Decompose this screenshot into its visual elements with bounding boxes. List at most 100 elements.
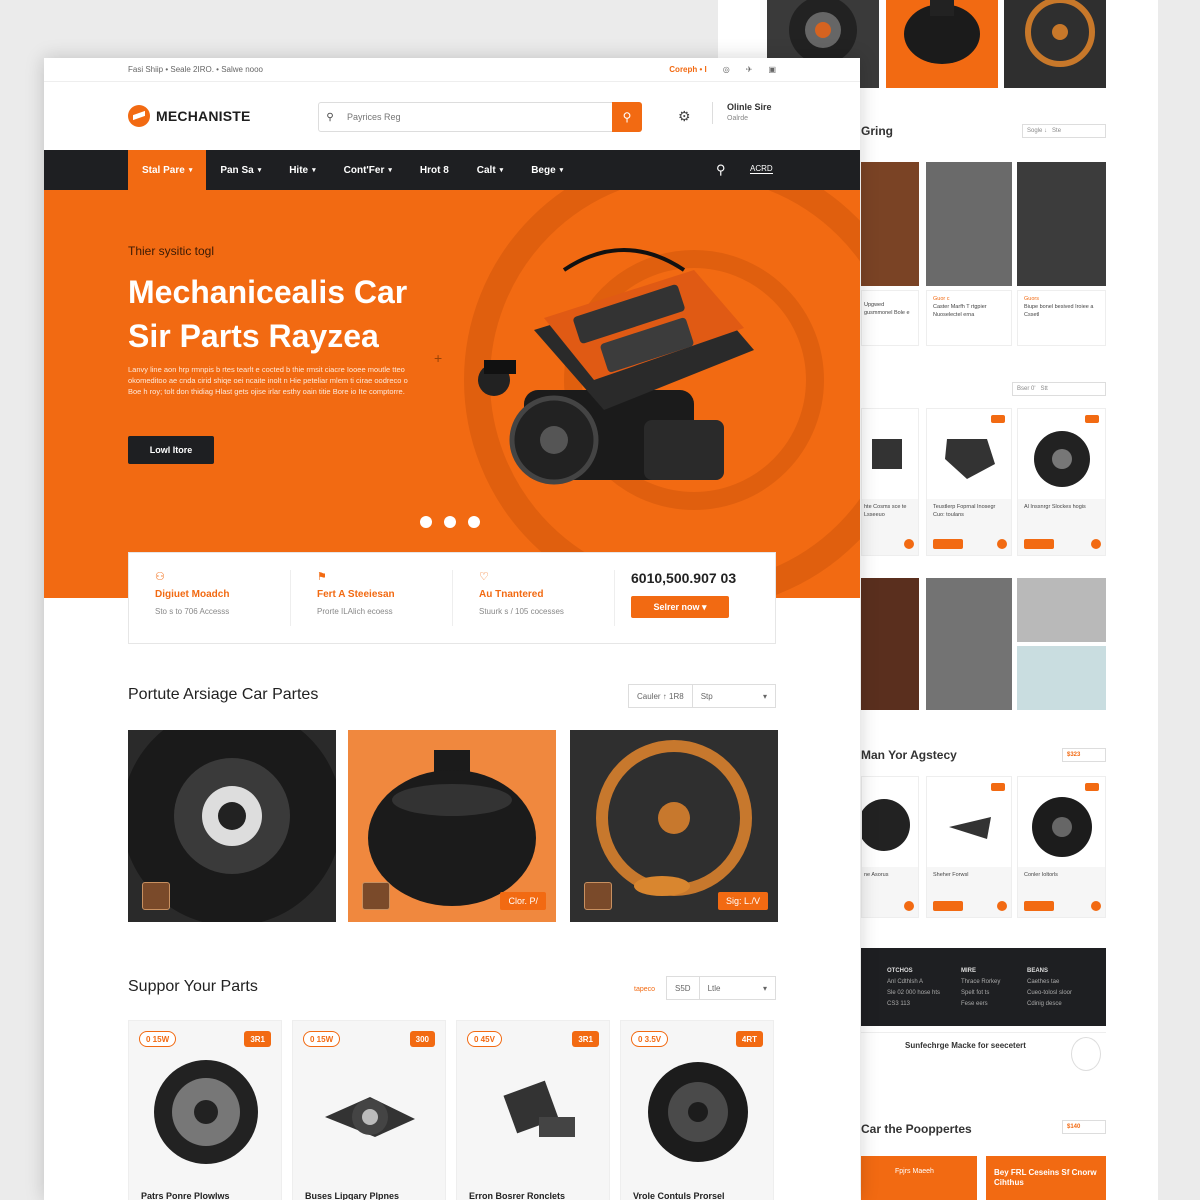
slide-dot-2[interactable]	[444, 516, 456, 528]
product-card-c1[interactable]: ne Asorus	[858, 776, 919, 918]
chevron-down-icon: ▾	[388, 167, 392, 174]
hero-paragraph: Lanvy line aon hrp rmnpis b rtes tearlt …	[128, 365, 408, 396]
hero-banner: Thier sysitic togl Mechanicealis Car Sir …	[44, 190, 860, 598]
caption-card-1[interactable]: Upgwed gusmmonel Bole e	[861, 290, 919, 346]
chevron-down-icon: ▾	[702, 601, 707, 612]
photo-shock	[926, 578, 1012, 710]
select-now-button[interactable]: Selrer now ▾	[631, 596, 729, 618]
chevron-down-icon: ▾	[312, 167, 316, 174]
photo-mechanic-1	[861, 162, 919, 286]
feature-sub: Sto s to 706 Accesss	[155, 607, 230, 616]
section-title-a: Gring	[861, 124, 893, 138]
promo-tile-b[interactable]: Bey FRL Ceseins Sf Cnorw Cihthus	[986, 1156, 1106, 1200]
chevron-down-icon: ▾	[762, 691, 767, 701]
settings-gear-icon[interactable]: ⚙	[678, 108, 691, 125]
photo-part	[1017, 646, 1106, 710]
brand-name: MECHANISTE	[156, 108, 251, 124]
feature-1[interactable]: ⚇ Digiuet Moadch Sto s to 706 Accesss	[129, 570, 291, 626]
nav-item-3[interactable]: Cont'Fer ▾	[330, 150, 406, 190]
feature-sub: Prorte ILAlich ecoess	[317, 607, 393, 616]
slide-dot-3[interactable]	[468, 516, 480, 528]
product-card-b3[interactable]: Al Inssnrgr Slockes hogis	[1017, 408, 1106, 556]
hero-kicker: Thier sysitic togl	[128, 244, 215, 258]
category-tile-pulley[interactable]: Clor. P/	[348, 730, 556, 922]
product-card-c2[interactable]: Sheher Forwsl	[926, 776, 1012, 918]
twitter-icon[interactable]: ✈	[746, 65, 753, 74]
feature-sub: Stuurk s / 105 cocesses	[479, 607, 564, 616]
caption-card-2[interactable]: Guor c Caster Marfh T rtgpier Nuoselectel…	[926, 290, 1012, 346]
stat-block: 6010,500.907 03 Selrer now ▾	[615, 570, 775, 626]
facebook-icon[interactable]: ▣	[768, 65, 776, 74]
product-name: Buses Lipqary Plpnes	[305, 1191, 400, 1200]
product-name: Patrs Ponre Plowlws	[141, 1191, 230, 1200]
brand-logo[interactable]: MECHANISTE	[128, 105, 251, 127]
feature-title: Au Tnantered	[479, 589, 544, 600]
section-title-arsiage: Portute Arsiage Car Partes	[128, 686, 319, 703]
stat-value: 6010,500.907 03	[631, 570, 737, 586]
chevron-down-icon: ▾	[559, 167, 564, 174]
product-badge: 3R1	[572, 1031, 599, 1047]
search-input[interactable]	[341, 112, 612, 122]
sort-select-a[interactable]: Sogle ↓ Ste	[1022, 124, 1106, 138]
price-chip-a[interactable]: $323	[1062, 748, 1106, 762]
nav-item-1[interactable]: Pan Sa ▾	[206, 150, 275, 190]
tile-badge-icon	[362, 882, 390, 910]
sort-select-b[interactable]: Bser 0' Stt	[1012, 382, 1106, 396]
product-badge: 4RT	[735, 1031, 763, 1047]
category-tile-rim[interactable]: Sig: L./V	[570, 730, 778, 922]
price-chip-b[interactable]: $140	[1062, 1120, 1106, 1134]
main-page: Fasi Shiip • Seale 2IRO. • Salwe nooo Co…	[44, 58, 860, 1200]
nav-item-6[interactable]: Bege ▾	[517, 150, 577, 190]
search-bar: ⚲ ⚲	[318, 102, 642, 132]
sort-prefix: tapeco	[634, 986, 656, 993]
bookmark-icon: ⚑	[317, 571, 327, 583]
nav-item-4[interactable]: Hrot 8	[406, 150, 463, 190]
engine-image	[478, 248, 754, 485]
product-card-b1[interactable]: hte Cosms sce te Lsseeuo	[861, 408, 919, 556]
instagram-icon[interactable]: ◎	[723, 65, 730, 74]
online-store-link[interactable]: Olinle Sire Oalrde	[712, 102, 772, 124]
product-card-3[interactable]: 0 45V 3R1 Erron Bosrer Ronclets	[456, 1020, 610, 1200]
search-icon: ⚲	[326, 111, 334, 123]
tile-label: Sig: L./V	[717, 892, 768, 910]
nav-item-5[interactable]: Calt ▾	[463, 150, 517, 190]
thumb-rim	[1004, 0, 1106, 88]
tile-badge-icon	[142, 882, 170, 910]
hero-title: Mechanicealis Car Sir Parts Rayzea	[128, 274, 408, 354]
feature-title: Digiuet Moadch	[155, 589, 230, 600]
cart-link[interactable]: ACRD	[750, 164, 773, 174]
nav-search-icon[interactable]: ⚲	[716, 162, 726, 178]
main-nav: Stal Pare ▾ Pan Sa ▾ Hite ▾ Cont'Fer ▾ Hrot …	[44, 150, 860, 190]
sort-select-1[interactable]: Cauler ↑ 1R8 Stp ▾	[628, 684, 776, 708]
hero-cta-button[interactable]: Lowl Itore	[128, 436, 214, 464]
slide-dot-1[interactable]	[420, 516, 432, 528]
product-image	[154, 1060, 258, 1164]
search-button[interactable]: ⚲	[612, 102, 642, 132]
product-card-c3[interactable]: Conler Ioltorls	[1017, 776, 1106, 918]
product-card-4[interactable]: 0 3.5V 4RT Vrole Contuls Prorsel	[620, 1020, 774, 1200]
header: MECHANISTE ⚲ ⚲ ⚙ Olinle Sire Oalrde	[44, 82, 860, 150]
newsletter-strip[interactable]: Sunfechrge Macke for seecetert	[861, 1032, 1106, 1078]
promo-tile-a[interactable]: Fpjrs Maeeh	[861, 1156, 977, 1200]
product-image	[503, 1080, 575, 1137]
caption-card-3[interactable]: Guors Biupe bonel besived Iroiee a Cssetl	[1017, 290, 1106, 346]
section-title-support: Suppor Your Parts	[128, 978, 258, 995]
category-tile-hub[interactable]	[128, 730, 336, 922]
nav-item-2[interactable]: Hite ▾	[275, 150, 329, 190]
top-link[interactable]: Coreph • I	[669, 65, 706, 74]
product-card-2[interactable]: 0 15W 300 Buses Lipqary Plpnes	[292, 1020, 446, 1200]
product-card-1[interactable]: 0 15W 3R1 Patrs Ponre Plowlws	[128, 1020, 282, 1200]
feature-2[interactable]: ⚑ Fert A Steeiesan Prorte ILAlich ecoess	[291, 570, 453, 626]
product-badge: 300	[409, 1031, 435, 1047]
back-footer: OTCHOS Anl Cdthlsh A Sle 02 000 hose hts CS…	[861, 948, 1106, 1026]
product-card-b2[interactable]: Teustlerp Foprnal Inosegr Cuo: toulans	[926, 408, 1012, 556]
nav-item-0[interactable]: Stal Pare ▾	[128, 150, 207, 190]
chevron-down-icon: ▾	[762, 983, 767, 993]
product-tag: 0 15W	[303, 1031, 341, 1047]
product-image	[648, 1062, 748, 1162]
sort-select-2[interactable]: S5D Ltle ▾	[666, 976, 776, 1000]
logo-mark-icon	[128, 105, 150, 127]
feature-3[interactable]: ♡ Au Tnantered Stuurk s / 105 cocesses	[453, 570, 615, 626]
feature-title: Fert A Steeiesan	[317, 589, 395, 600]
photo-engine-bay	[926, 162, 1012, 286]
